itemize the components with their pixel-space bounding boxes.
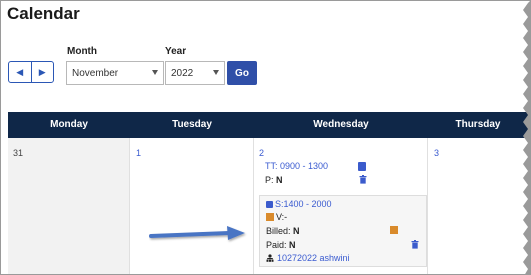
event-v-status: V:- [266,212,287,222]
month-select[interactable]: November [66,61,164,85]
day-number-link[interactable]: 1 [136,148,141,158]
briefcase-icon [266,213,274,221]
weekday-header: Monday Tuesday Wednesday Thursday [8,112,528,138]
weekday-thursday: Thursday [455,119,501,130]
day-number-link[interactable]: 2 [259,148,264,158]
paid-label: Paid: [266,240,287,250]
billed-value: N [293,226,300,236]
month-select-value: November [72,67,119,79]
month-nav: ◀ ▶ [8,61,54,83]
weekday-tuesday: Tuesday [172,119,212,130]
event-time-link[interactable]: TT: 0900 - 1300 [265,161,328,171]
paid-value: N [289,240,296,250]
previous-month-button[interactable]: ◀ [9,62,31,82]
weekday-wednesday: Wednesday [313,119,369,130]
page-title: Calendar [7,4,80,23]
event-card: S:1400 - 2000 V:- Billed: N Paid: N 1027… [259,195,427,267]
event-billed-status: Billed: N [266,226,300,236]
user-group-icon [266,254,274,262]
year-label: Year [165,46,187,57]
v-label: V:- [276,212,288,222]
next-month-button[interactable]: ▶ [30,62,54,82]
calendar-icon [266,201,273,208]
day-cell-2[interactable]: 2 TT: 0900 - 1300 P: N S:1400 - 2000 V:-… [254,138,428,274]
event-user-text: 10272022 ashwini [277,253,350,263]
day-cell-31: 31 [8,138,130,274]
day-cell-3[interactable]: 3 [428,138,528,274]
note-icon[interactable] [358,162,366,171]
year-select[interactable]: 2022 [165,61,225,85]
delete-icon[interactable] [359,175,367,184]
event-paid-status: Paid: N [266,240,296,250]
go-button[interactable]: Go [227,61,257,85]
calendar-grid: 31 1 2 TT: 0900 - 1300 P: N S:1400 - 200… [8,138,528,274]
chevron-down-icon [213,70,219,75]
month-label: Month [67,46,97,57]
chevron-right-icon: ▶ [38,66,46,77]
event-user-link[interactable]: 10272022 ashwini [266,253,350,263]
weekday-monday: Monday [50,119,88,130]
day-number: 31 [13,148,24,158]
year-select-value: 2022 [171,67,194,79]
sticky-note-icon[interactable] [390,226,398,234]
chevron-left-icon: ◀ [16,66,24,77]
calendar-window: Calendar Month Year ◀ ▶ November 2022 Go… [0,0,531,275]
p-label: P: [265,175,274,185]
event-p-status: P: N [265,175,283,185]
day-number-link[interactable]: 3 [434,148,439,158]
billed-label: Billed: [266,226,291,236]
chevron-down-icon [152,70,158,75]
torn-edge [523,1,530,274]
event-time-text: S:1400 - 2000 [275,199,332,209]
event-card: TT: 0900 - 1300 P: N [259,159,427,189]
day-cell-1[interactable]: 1 [130,138,254,274]
annotation-arrow [149,226,245,240]
delete-icon[interactable] [411,240,419,249]
p-value: N [276,175,283,185]
event-time-link[interactable]: S:1400 - 2000 [266,199,332,209]
